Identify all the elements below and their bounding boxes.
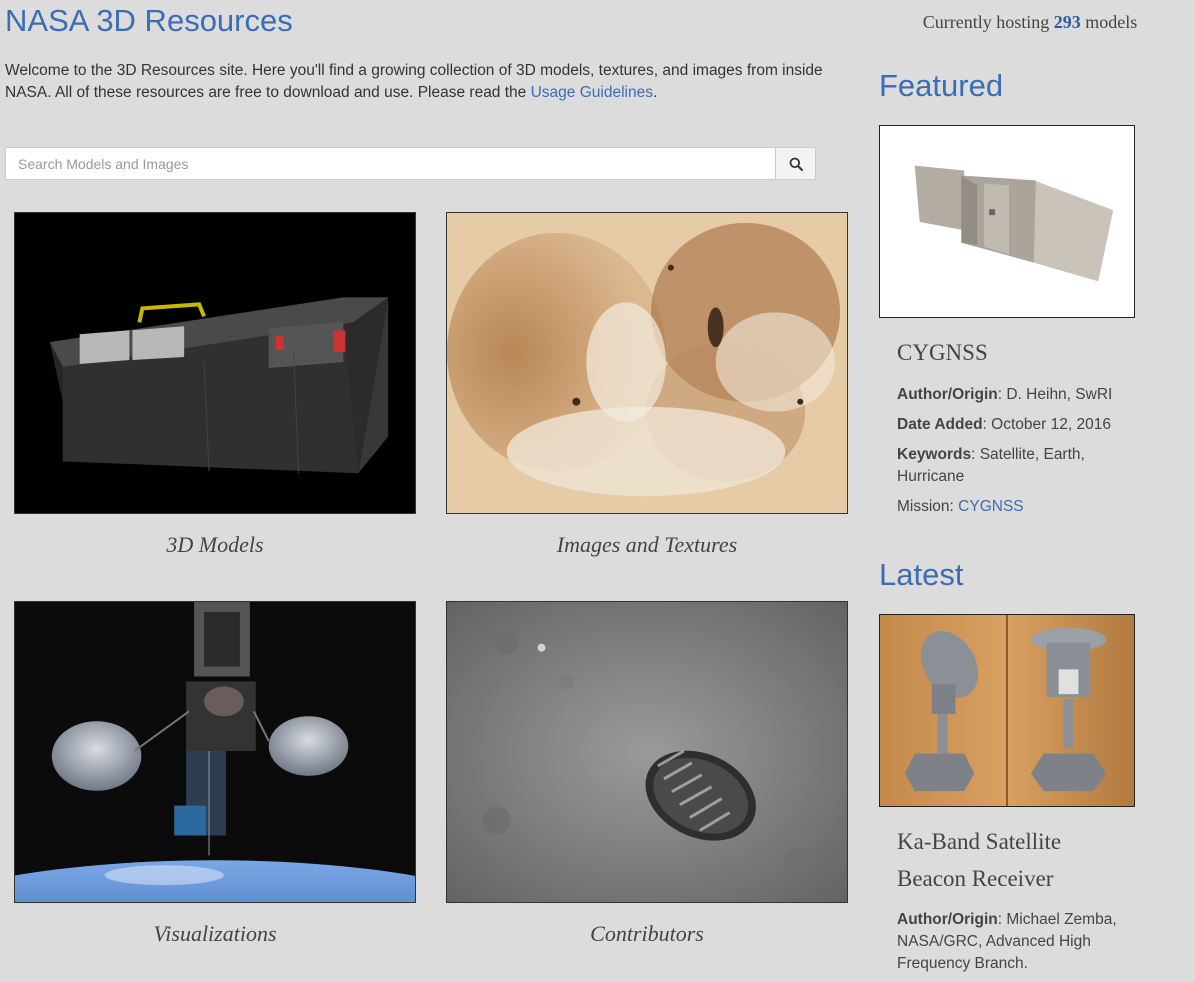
- featured-mission-link[interactable]: CYGNSS: [958, 498, 1023, 515]
- tile-caption-3d-models[interactable]: 3D Models: [14, 532, 416, 558]
- intro-text: Welcome to the 3D Resources site. Here y…: [5, 62, 823, 101]
- search-icon: [789, 157, 803, 171]
- latest-name-line2: Beacon Receiver: [897, 866, 1054, 891]
- featured-image[interactable]: [879, 125, 1135, 318]
- tile-caption-contributors[interactable]: Contributors: [446, 921, 848, 947]
- latest-receiver-image: [880, 615, 1134, 806]
- featured-date-value: October 12, 2016: [991, 416, 1111, 433]
- 3d-model-thumbnail: [15, 213, 415, 513]
- latest-model-name[interactable]: Ka-Band Satellite Beacon Receiver: [897, 823, 1137, 897]
- featured-keywords: Keywords: Satellite, Earth, Hurricane: [897, 446, 1085, 485]
- featured-date: Date Added: October 12, 2016: [897, 416, 1111, 433]
- texture-thumbnail: [447, 213, 847, 513]
- hosting-prefix: Currently hosting: [922, 12, 1050, 32]
- tile-contributors[interactable]: [446, 601, 848, 903]
- featured-heading: Featured: [879, 68, 1004, 103]
- usage-guidelines-link[interactable]: Usage Guidelines: [531, 84, 653, 101]
- search-bar: [5, 147, 816, 180]
- hosting-count: 293: [1053, 12, 1081, 32]
- tile-caption-visualizations[interactable]: Visualizations: [14, 921, 416, 947]
- featured-author-value: D. Heihn, SwRI: [1006, 386, 1113, 403]
- latest-heading: Latest: [879, 557, 964, 592]
- tile-visualizations[interactable]: [14, 601, 416, 903]
- latest-author: Author/Origin: Michael Zemba, NASA/GRC, …: [897, 911, 1117, 972]
- search-input[interactable]: [5, 147, 775, 180]
- intro-end: .: [652, 84, 658, 101]
- tile-3d-models[interactable]: [14, 212, 416, 514]
- featured-satellite-image: [880, 126, 1134, 317]
- latest-author-label: Author/Origin: [897, 911, 998, 928]
- featured-mission-label: Mission:: [897, 498, 954, 515]
- tile-images-textures[interactable]: [446, 212, 848, 514]
- tile-caption-images-textures[interactable]: Images and Textures: [446, 532, 848, 558]
- site-title[interactable]: NASA 3D Resources: [5, 0, 293, 42]
- contributors-thumbnail: [447, 602, 847, 902]
- featured-author-label: Author/Origin: [897, 386, 998, 403]
- latest-name-line1: Ka-Band Satellite: [897, 829, 1062, 854]
- intro-paragraph: Welcome to the 3D Resources site. Here y…: [5, 60, 860, 104]
- featured-keywords-label: Keywords: [897, 446, 972, 463]
- search-button[interactable]: [775, 147, 816, 180]
- featured-author: Author/Origin: D. Heihn, SwRI: [897, 386, 1113, 403]
- latest-image[interactable]: [879, 614, 1135, 807]
- featured-date-label: Date Added: [897, 416, 983, 433]
- featured-model-name[interactable]: CYGNSS: [897, 334, 1137, 371]
- featured-mission: Mission: CYGNSS: [897, 496, 1132, 518]
- hosting-suffix: models: [1085, 12, 1138, 32]
- hosting-count-text: Currently hosting 293 models: [880, 12, 1180, 33]
- visualization-thumbnail: [15, 602, 415, 902]
